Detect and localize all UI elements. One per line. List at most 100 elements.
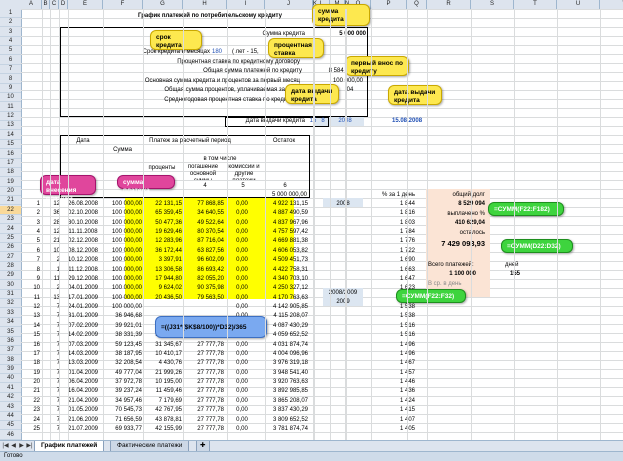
schedule-cell-pct[interactable]: 21 999,26 [142,369,182,378]
row-header-39[interactable]: 39 [0,365,21,375]
schedule-cell-fee[interactable]: 0,00 [224,256,260,265]
column-header-t[interactable]: T [514,0,557,9]
schedule-cell-pct[interactable]: 13 306,58 [142,266,182,275]
row-header-22[interactable]: 22 [0,205,21,215]
schedule-cell-fee[interactable]: 0,00 [224,275,260,284]
schedule-cell-sum[interactable]: 37 972,78 [104,378,142,387]
schedule-cell-fee[interactable]: 0,00 [224,406,260,415]
schedule-cell-c[interactable]: 19 [30,369,40,378]
schedule-cell-day[interactable]: 1 784 [385,228,415,237]
schedule-cell-sum[interactable]: 36 946,68 [104,312,142,321]
schedule-cell-day[interactable]: 1 424 [385,397,415,406]
schedule-cell-pr[interactable]: 77 868,85 [182,200,224,209]
row-header-31[interactable]: 31 [0,290,21,300]
prev-sheet-icon[interactable]: ◀ [10,442,17,450]
schedule-cell-pr[interactable]: 34 640,55 [182,209,224,218]
schedule-cell-day[interactable]: 1 467 [385,359,415,368]
schedule-cell-pct[interactable]: 31 345,67 [142,341,182,350]
schedule-cell-day[interactable]: 1 405 [385,425,415,434]
schedule-cell-pr[interactable]: 79 563,50 [182,294,224,303]
row-header-3[interactable]: 3 [0,28,21,37]
row-header-42[interactable]: 42 [0,393,21,403]
schedule-cell-c[interactable]: 7 [30,256,40,265]
schedule-cell-c[interactable]: 23 [30,406,40,415]
schedule-cell-pct[interactable]: 7 179,69 [142,397,182,406]
schedule-cell-fee[interactable]: 0,00 [224,247,260,256]
schedule-cell-c[interactable]: 2 [30,209,40,218]
schedule-cell-c[interactable]: 8 [30,266,40,275]
row-header-35[interactable]: 35 [0,328,21,337]
schedule-cell-sum[interactable]: 49 777,04 [104,369,142,378]
schedule-cell-pr[interactable]: 27 777,78 [182,359,224,368]
schedule-cell-pct[interactable]: 10 410,17 [142,350,182,359]
column-header-p[interactable]: P [371,0,407,9]
row-header-33[interactable]: 33 [0,309,21,318]
schedule-cell-pr[interactable]: 49 522,64 [182,219,224,228]
schedule-cell-pr[interactable]: 27 777,78 [182,397,224,406]
schedule-cell-day[interactable]: 1 496 [385,350,415,359]
schedule-cell-sum[interactable]: 100 000,00 [104,228,142,237]
schedule-cell-fee[interactable]: 0,00 [224,359,260,368]
schedule-cell-pr[interactable]: 27 777,78 [182,416,224,425]
schedule-cell-c[interactable]: 9 [30,275,40,284]
row-header-15[interactable]: 15 [0,140,21,150]
schedule-cell-sum[interactable]: 100 000,00 [104,237,142,246]
row-header-5[interactable]: 5 [0,46,21,56]
schedule-cell-sum[interactable]: 100 000,00 [104,284,142,293]
schedule-cell-fee[interactable]: 0,00 [224,425,260,434]
schedule-cell-c[interactable]: 20 [30,378,40,387]
schedule-cell-sum[interactable]: 100 000,00 [104,219,142,228]
row-header-6[interactable]: 6 [0,56,21,65]
first-sheet-icon[interactable]: |◀ [2,442,9,450]
schedule-cell-fee[interactable]: 0,00 [224,416,260,425]
row-header-8[interactable]: 8 [0,75,21,84]
schedule-cell-day[interactable]: 1 436 [385,387,415,396]
schedule-cell-sum[interactable]: 32 208,54 [104,359,142,368]
schedule-cell-sum[interactable]: 100 000,00 [104,209,142,218]
schedule-cell-pr[interactable]: 27 777,78 [182,378,224,387]
schedule-cell-c[interactable]: 11 [30,294,40,303]
row-header-29[interactable]: 29 [0,271,21,281]
schedule-cell-day[interactable]: 1 538 [385,312,415,321]
schedule-cell-c[interactable]: 4 [30,228,40,237]
schedule-cell-c[interactable]: 21 [30,387,40,396]
row-header-43[interactable]: 43 [0,403,21,412]
schedule-cell-pr[interactable]: 80 370,54 [182,228,224,237]
last-sheet-icon[interactable]: ▶| [26,442,33,450]
schedule-cell-fee[interactable]: 0,00 [224,397,260,406]
schedule-cell-pct[interactable]: 4 430,76 [142,359,182,368]
schedule-cell-pct[interactable]: 42 767,95 [142,406,182,415]
row-header-10[interactable]: 10 [0,93,21,103]
schedule-cell-pct[interactable] [142,303,182,312]
row-header-14[interactable]: 14 [0,131,21,140]
row-header-11[interactable]: 11 [0,103,21,112]
schedule-cell-day[interactable]: 1 647 [385,275,415,284]
schedule-cell-day[interactable]: 1 776 [385,237,415,246]
column-header-c[interactable]: C [50,0,59,9]
schedule-cell-fee[interactable]: 0,00 [224,387,260,396]
row-header-45[interactable]: 45 [0,421,21,431]
issue-month[interactable]: 8 [318,117,328,126]
schedule-cell-c[interactable]: 18 [30,359,40,368]
schedule-cell-day[interactable]: 1 690 [385,256,415,265]
schedule-cell-pct[interactable]: 50 477,36 [142,219,182,228]
row-header-17[interactable]: 17 [0,159,21,168]
schedule-cell-fee[interactable]: 0,00 [224,294,260,303]
schedule-cell-fee[interactable]: 0,00 [224,303,260,312]
column-header-j[interactable]: J [265,0,313,9]
schedule-cell-c[interactable]: 17 [30,350,40,359]
row-header-25[interactable]: 25 [0,234,21,243]
schedule-cell-pr[interactable]: 82 055,20 [182,275,224,284]
schedule-cell-sum[interactable]: 34 957,46 [104,397,142,406]
row-header-18[interactable]: 18 [0,168,21,178]
schedule-cell-day[interactable]: 1 663 [385,266,415,275]
schedule-cell-day[interactable]: 1 803 [385,219,415,228]
column-header-h[interactable]: H [183,0,227,9]
schedule-cell-pct[interactable]: 10 195,00 [142,378,182,387]
row-header-40[interactable]: 40 [0,374,21,384]
schedule-cell-day[interactable]: 1 516 [385,322,415,331]
schedule-cell-pr[interactable] [182,303,224,312]
schedule-cell-day[interactable]: 1 538 [385,303,415,312]
row-header-37[interactable]: 37 [0,346,21,356]
row-header-36[interactable]: 36 [0,337,21,346]
